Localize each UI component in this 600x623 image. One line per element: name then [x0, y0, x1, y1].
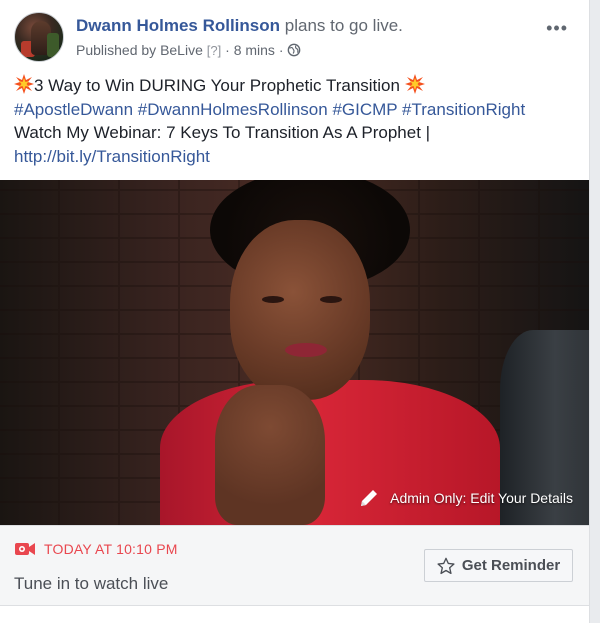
- get-reminder-button[interactable]: Get Reminder: [424, 549, 573, 582]
- help-marker[interactable]: [?]: [207, 43, 221, 58]
- app-name-link[interactable]: BeLive: [160, 42, 203, 58]
- lips: [285, 343, 327, 357]
- more-options-button[interactable]: •••: [546, 18, 568, 39]
- post-title: 3 Way to Win DURING Your Prophetic Trans…: [34, 76, 400, 95]
- published-by-label: Published by: [76, 42, 157, 58]
- meta-separator: ·: [278, 42, 284, 58]
- post-title-line: 3 Way to Win DURING Your Prophetic Trans…: [14, 74, 579, 98]
- webinar-text: Watch My Webinar: 7 Keys To Transition A…: [14, 123, 431, 142]
- live-schedule-text: TODAY AT 10:10 PM: [44, 541, 178, 557]
- globe-icon[interactable]: [287, 43, 301, 57]
- post-action: plans to go live.: [284, 16, 403, 35]
- live-subtitle: Tune in to watch live: [14, 574, 169, 593]
- author-line: Dwann Holmes Rollinson plans to go live.: [76, 16, 403, 36]
- post-text: 3 Way to Win DURING Your Prophetic Trans…: [14, 74, 579, 168]
- star-icon: [437, 557, 455, 574]
- avatar-shape: [47, 33, 59, 57]
- edit-details-button[interactable]: Admin Only: Edit Your Details: [358, 487, 573, 509]
- meta-separator: ·: [225, 42, 230, 58]
- post-header: Dwann Holmes Rollinson plans to go live.…: [14, 12, 576, 64]
- edit-details-label: Admin Only: Edit Your Details: [390, 490, 573, 506]
- post-time[interactable]: 8 mins: [234, 42, 275, 58]
- author-avatar[interactable]: [14, 12, 64, 62]
- post-card: Dwann Holmes Rollinson plans to go live.…: [0, 0, 590, 623]
- eye: [320, 296, 342, 303]
- get-reminder-label: Get Reminder: [461, 557, 561, 574]
- hashtags[interactable]: #ApostleDwann #DwannHolmesRollinson #GIC…: [14, 98, 579, 122]
- burst-icon: [14, 74, 34, 94]
- burst-icon: [404, 74, 425, 94]
- author-name[interactable]: Dwann Holmes Rollinson: [76, 16, 280, 35]
- eye: [262, 296, 284, 303]
- live-schedule: TODAY AT 10:10 PM: [14, 541, 178, 557]
- webinar-link[interactable]: http://bit.ly/TransitionRight: [14, 145, 579, 169]
- post-bottom-edge: [0, 605, 589, 623]
- video-camera-icon: [15, 543, 35, 555]
- post-meta: Published by BeLive [?] · 8 mins ·: [76, 42, 301, 58]
- live-cover-image[interactable]: Admin Only: Edit Your Details: [0, 180, 589, 525]
- hands: [215, 385, 325, 525]
- face: [230, 220, 370, 400]
- live-footer: TODAY AT 10:10 PM Tune in to watch live …: [0, 525, 589, 605]
- pencil-icon: [361, 490, 378, 506]
